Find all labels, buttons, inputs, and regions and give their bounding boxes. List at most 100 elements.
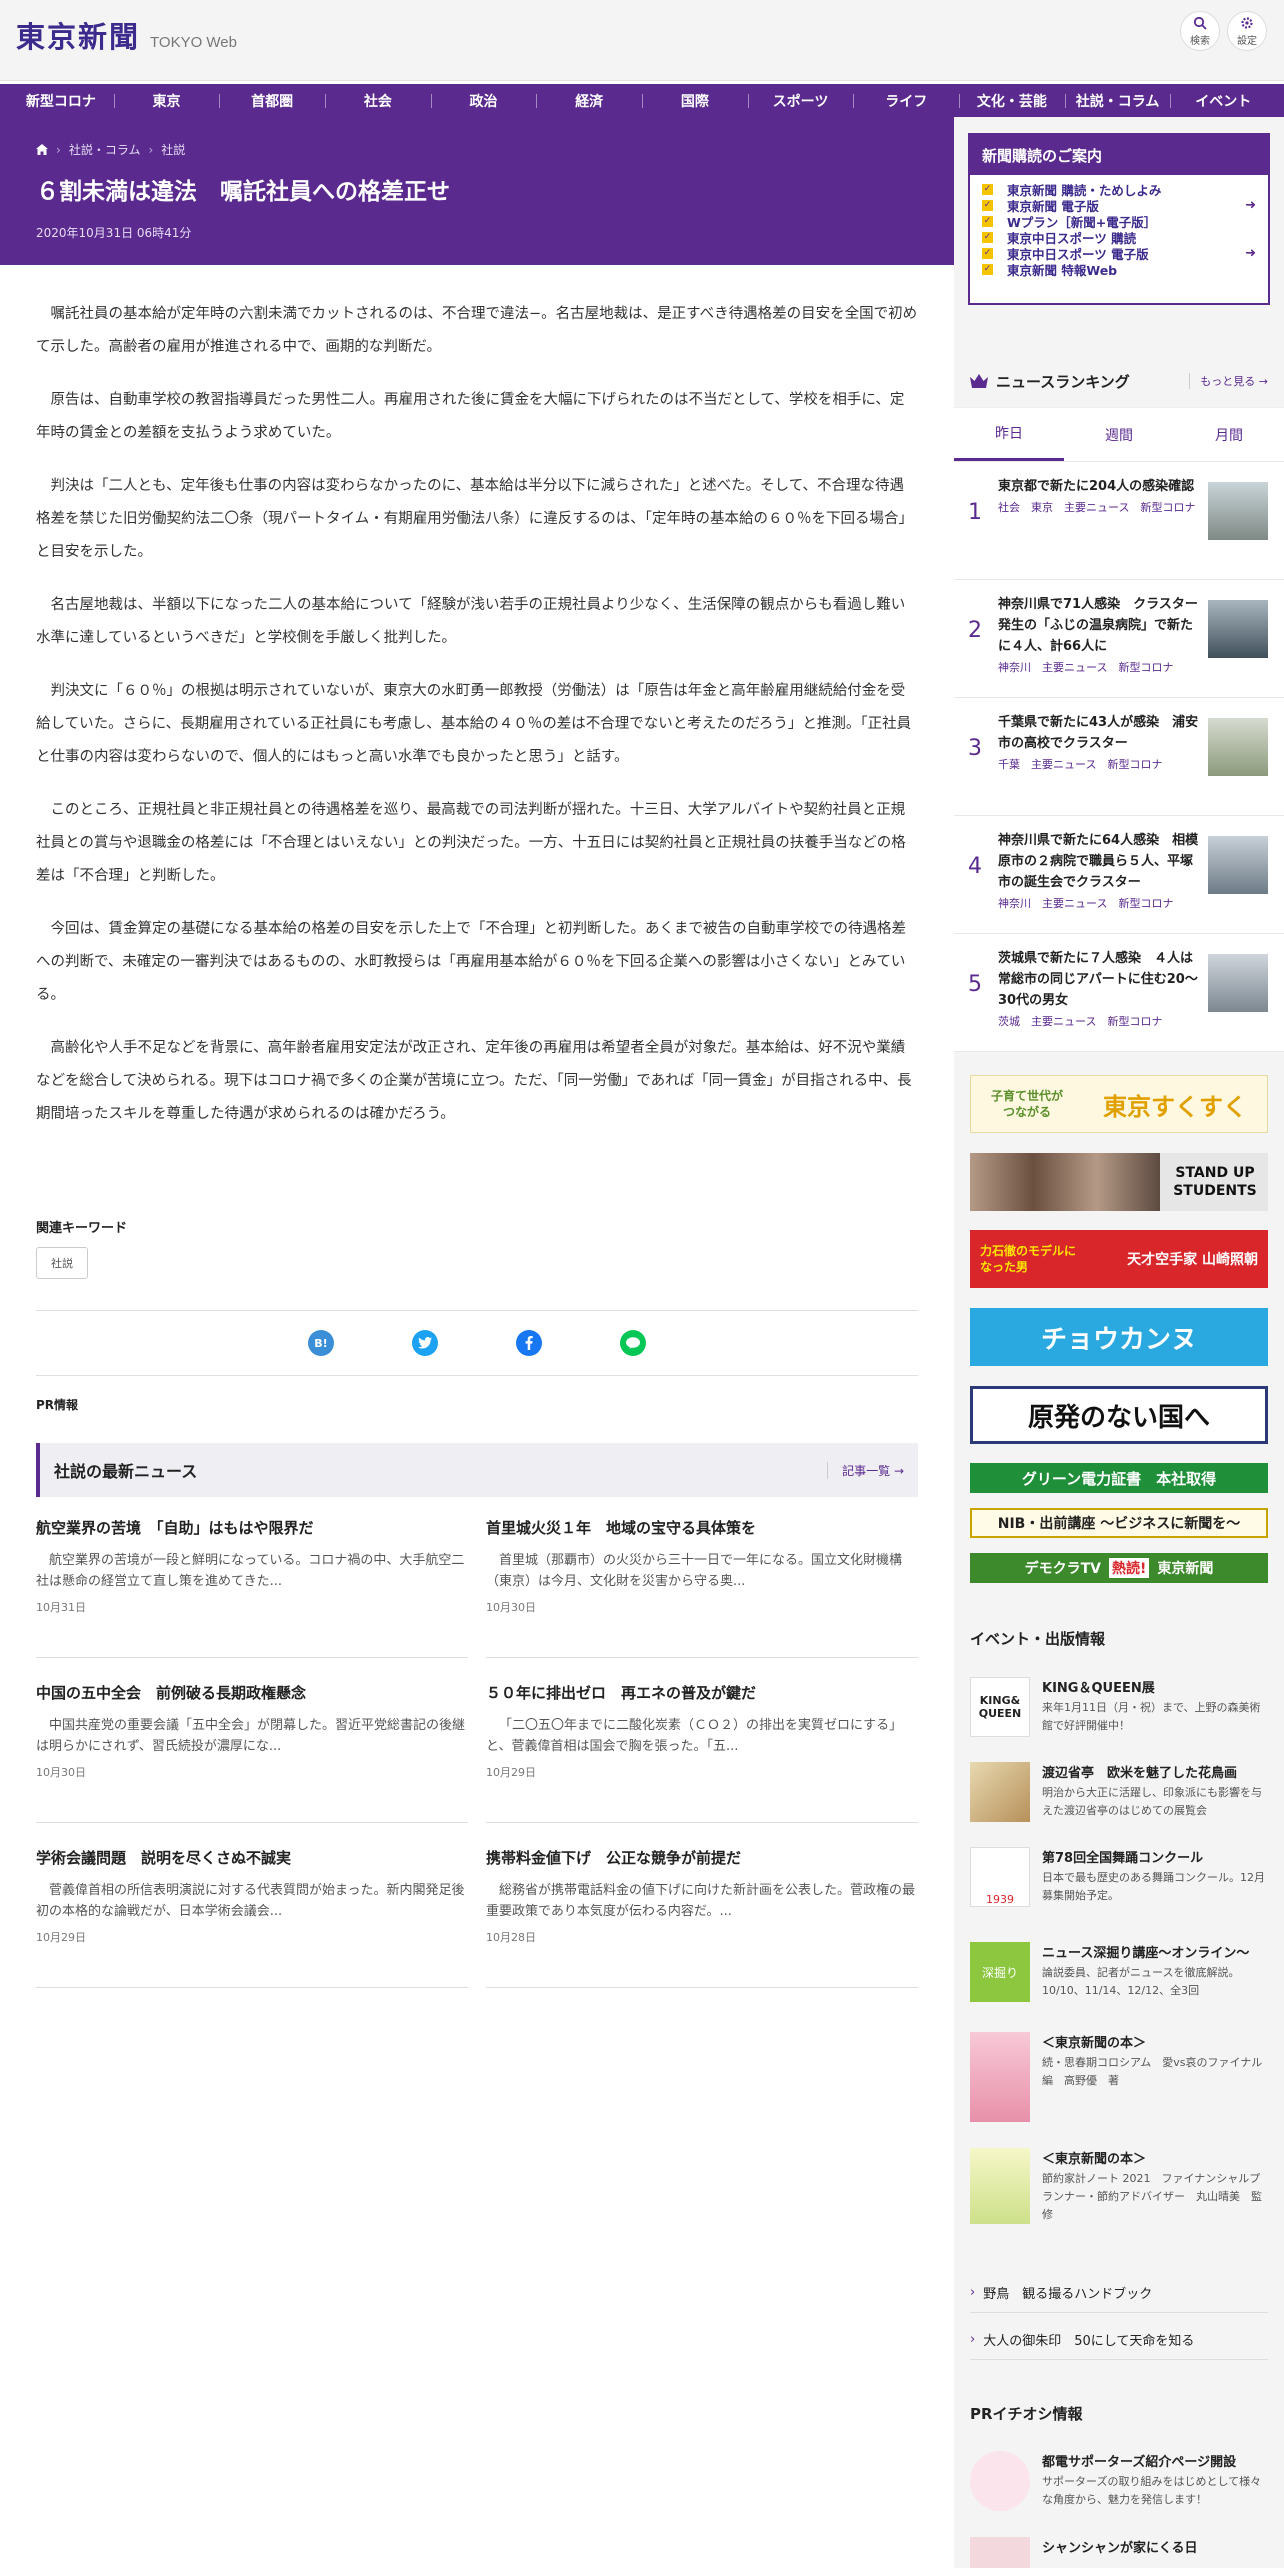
latest-editorials: 社説の最新ニュース 記事一覧 → 航空業界の苦境 「自助」はもはや限界だ 航空業…	[36, 1443, 918, 1988]
home-icon[interactable]	[36, 144, 48, 155]
event-desc: 日本で最も歴史のある舞踊コンクール。12月募集開始予定。	[1042, 1871, 1265, 1902]
ranking-item[interactable]: 3 千葉県で新たに43人が感染 浦安市の高校でクラスター 千葉 主要ニュース 新型…	[954, 698, 1284, 816]
news-date: 10月29日	[36, 1931, 86, 1944]
book-link[interactable]: › 大人の御朱印 50にして天命を知る	[970, 2320, 1268, 2360]
chokanzu-banner[interactable]: チョウカンヌ	[970, 1308, 1268, 1366]
search-label: 検索	[1190, 35, 1210, 47]
latest-title: 社説の最新ニュース	[54, 1462, 198, 1481]
nav-item[interactable]: スポーツ	[747, 84, 854, 117]
book-link[interactable]: › 野鳥 観る撮るハンドブック	[970, 2273, 1268, 2313]
breadcrumb-item[interactable]: 社説	[161, 141, 185, 158]
news-title: ５０年に排出ゼロ 再エネの普及が鍵だ	[486, 1684, 757, 1702]
event-item[interactable]: ＜東京新聞の本＞ 続・思春期コロシアム 愛vs哀のファイナル編 高野優 著	[970, 2032, 1268, 2122]
event-image	[970, 2148, 1030, 2224]
keyword-tag[interactable]: 社説	[36, 1247, 88, 1279]
pr-pick-title: PRイチオシ情報	[970, 2405, 1083, 2423]
nav-item[interactable]: 政治	[430, 84, 537, 117]
tab-weekly[interactable]: 週間	[1064, 408, 1174, 461]
arrow-right-icon: →	[893, 1463, 904, 1478]
yamazaki-banner[interactable]: 力石徹のモデルになった男 天才空手家 山崎照朝	[970, 1230, 1268, 1288]
event-item[interactable]: 深掘り ニュース深掘り講座～オンライン～ 論説委員、記者がニュースを徹底解説。10…	[970, 1942, 1268, 2002]
event-image: KING& QUEEN	[970, 1677, 1030, 1737]
nav-item[interactable]: 経済	[536, 84, 642, 117]
students-photo	[970, 1153, 1160, 1211]
nav-item[interactable]: 社会	[325, 84, 431, 117]
pr-pick-item[interactable]: 都電サポーターズ紹介ページ開設 サポーターズの取り組みをはじめとして様々な角度から…	[970, 2451, 1268, 2511]
news-card[interactable]: 携帯料金値下げ 公正な競争が前提だ 総務省が携帯電話料金の値下げに向けた新計画を…	[486, 1847, 918, 1988]
nav-item[interactable]: 首都圏	[219, 84, 325, 117]
logo-text-jp: 東京新聞	[16, 20, 141, 54]
subscription-list: ✓ 東京新聞 購読・ためしよみ ✓ 東京新聞 電子版 ➜ ✓ Wプラン［新聞+電子版］ …	[970, 175, 1268, 283]
green-power-banner[interactable]: グリーン電力証書 本社取得	[970, 1463, 1268, 1493]
rank-thumbnail	[1208, 836, 1268, 894]
settings-button[interactable]: 設定	[1227, 11, 1267, 51]
sukusuku-text-top: 子育て世代が	[990, 1089, 1063, 1103]
chevron-right-icon: ›	[148, 142, 154, 157]
news-card[interactable]: 中国の五中全会 前例破る長期政権懸念 中国共産党の重要会議「五中全会」が閉幕した…	[36, 1682, 468, 1823]
gear-icon	[1241, 16, 1253, 29]
news-ranking: ニュースランキング もっと見る → 昨日 週間 月間 1 東京都で新たに204人…	[954, 355, 1284, 1052]
share-bar: B!	[36, 1310, 918, 1376]
twitter-share-button[interactable]	[412, 1330, 438, 1356]
news-excerpt: 航空業界の苦境が一段と鮮明になっている。コロナ禍の中、大手航空二社は懸命の経営立…	[36, 1553, 465, 1589]
nib-text: NIB・出前講座 ～ビジネスに新聞を～	[997, 1516, 1241, 1532]
subscription-link[interactable]: ✓ 東京新聞 特報Web	[982, 261, 1256, 278]
latest-header: 社説の最新ニュース 記事一覧 →	[36, 1443, 918, 1497]
news-card[interactable]: 学術会議問題 説明を尽くさぬ不誠実 菅義偉首相の所信表明演説に対する代表質問が始…	[36, 1847, 468, 1988]
nav-item[interactable]: ライフ	[853, 84, 959, 117]
nav-item[interactable]: イベント	[1170, 84, 1276, 117]
nav-item[interactable]: 国際	[642, 84, 748, 117]
news-card[interactable]: ５０年に排出ゼロ 再エネの普及が鍵だ 「二〇五〇年までに二酸化炭素（ＣＯ２）の排…	[486, 1682, 918, 1823]
ranking-item[interactable]: 5 茨城県で新たに７人感染 ４人は常総市の同じアパートに住む20～30代の男女茨…	[954, 934, 1284, 1052]
democra-tv-banner[interactable]: デモクラTV 熱読! 東京新聞	[970, 1553, 1268, 1583]
global-nav: 新型コロナ 東京 首都圏 社会 政治 経済 国際 スポーツ ライフ 文化・芸能 …	[0, 81, 1284, 117]
sukusuku-text-main: 東京すくすく	[1102, 1092, 1247, 1121]
ranking-tabs: 昨日 週間 月間	[954, 408, 1284, 462]
nav-item[interactable]: 社説・コラム	[1064, 84, 1171, 117]
stand-up-students-banner[interactable]: STAND UP STUDENTS	[970, 1153, 1268, 1211]
line-share-button[interactable]	[620, 1330, 646, 1356]
article-paragraph: 判決は「二人とも、定年後も仕事の内容は変わらなかったのに、基本給は半分以下に減ら…	[36, 478, 913, 560]
hatena-share-button[interactable]: B!	[308, 1330, 334, 1356]
chokanzu-text: チョウカンヌ	[1040, 1324, 1197, 1355]
event-item[interactable]: ＜東京新聞の本＞ 節約家計ノート 2021 ファイナンシャルプランナー・節約アドバ…	[970, 2148, 1268, 2224]
genpatsu-banner[interactable]: 原発のない国へ	[970, 1386, 1268, 1444]
event-title: 第78回全国舞踊コンクール	[1042, 1851, 1204, 1866]
article-paragraph: 原告は、自動車学校の教習指導員だった男性二人。再雇用された後に賃金を大幅に下げら…	[36, 392, 905, 441]
news-card[interactable]: 首里城火災１年 地域の宝守る具体策を 首里城（那覇市）の火災から三十一日で一年に…	[486, 1517, 918, 1658]
ranking-item[interactable]: 4 神奈川県で新たに64人感染 相模原市の２病院で職員ら５人、平塚市の誕生会でク…	[954, 816, 1284, 934]
sukusuku-banner[interactable]: 子育て世代が つながる 東京すくすく	[970, 1075, 1268, 1133]
tab-daily[interactable]: 昨日	[954, 408, 1064, 461]
check-icon: ✓	[982, 263, 993, 275]
news-title: 携帯料金値下げ 公正な競争が前提だ	[486, 1849, 742, 1867]
ranking-more-link[interactable]: もっと見る →	[1189, 373, 1268, 389]
event-item[interactable]: KING& QUEEN KING＆QUEEN展 来年1月11日（月・祝）まで、上野…	[970, 1677, 1268, 1737]
tab-monthly[interactable]: 月間	[1174, 408, 1284, 461]
article-paragraph: 名古屋地裁は、半額以下になった二人の基本給について「経験が浅い若手の正規社員より…	[36, 597, 906, 646]
nib-banner[interactable]: NIB・出前講座 ～ビジネスに新聞を～	[970, 1508, 1268, 1538]
breadcrumb-item[interactable]: 社説・コラム	[69, 141, 141, 158]
nav-item[interactable]: 文化・芸能	[959, 84, 1065, 117]
article-paragraph: 高齢化や人手不足などを背景に、高年齢者雇用安定法が改正され、定年後の再雇用は希望…	[36, 1040, 912, 1122]
book-link-label: 野鳥 観る撮るハンドブック	[983, 2287, 1153, 2302]
event-item[interactable]: 1939 第78回全国舞踊コンクール 日本で最も歴史のある舞踊コンクール。12月募…	[970, 1847, 1268, 1907]
news-card[interactable]: 航空業界の苦境 「自助」はもはや限界だ 航空業界の苦境が一段と鮮明になっている。…	[36, 1517, 468, 1658]
chevron-right-icon: ›	[970, 2285, 976, 2300]
login-arrow-icon: ➜	[1245, 197, 1256, 213]
rank-number: 2	[968, 618, 982, 643]
subscription-title: 新聞購読のご案内	[970, 135, 1268, 175]
ranking-item[interactable]: 1 東京都で新たに204人の感染確認 社会 東京 主要ニュース 新型コロナ	[954, 462, 1284, 580]
democra-paper-text: 東京新聞	[1157, 1561, 1214, 1577]
nav-item[interactable]: 東京	[113, 84, 220, 117]
article-list-link[interactable]: 記事一覧 →	[827, 1461, 904, 1479]
ranking-item[interactable]: 2 神奈川県で71人感染 クラスター発生の「ふじの温泉病院」で新たに４人、計66…	[954, 580, 1284, 698]
facebook-share-button[interactable]	[516, 1330, 542, 1356]
login-arrow-icon: ➜	[1245, 245, 1256, 261]
rank-number: 1	[968, 500, 982, 525]
event-item[interactable]: 渡辺省亭 欧米を魅了した花鳥画 明治から大正に活躍し、印象派にも影響を与えた渡辺省…	[970, 1762, 1268, 1822]
site-logo[interactable]: 東京新聞 TOKYO Web	[16, 14, 237, 56]
news-title: 航空業界の苦境 「自助」はもはや限界だ	[36, 1519, 314, 1537]
search-button[interactable]: 検索	[1180, 11, 1220, 51]
nav-item[interactable]: 新型コロナ	[8, 84, 114, 117]
pr-pick-item[interactable]: シャンシャンが家にくる日	[970, 2537, 1268, 2568]
